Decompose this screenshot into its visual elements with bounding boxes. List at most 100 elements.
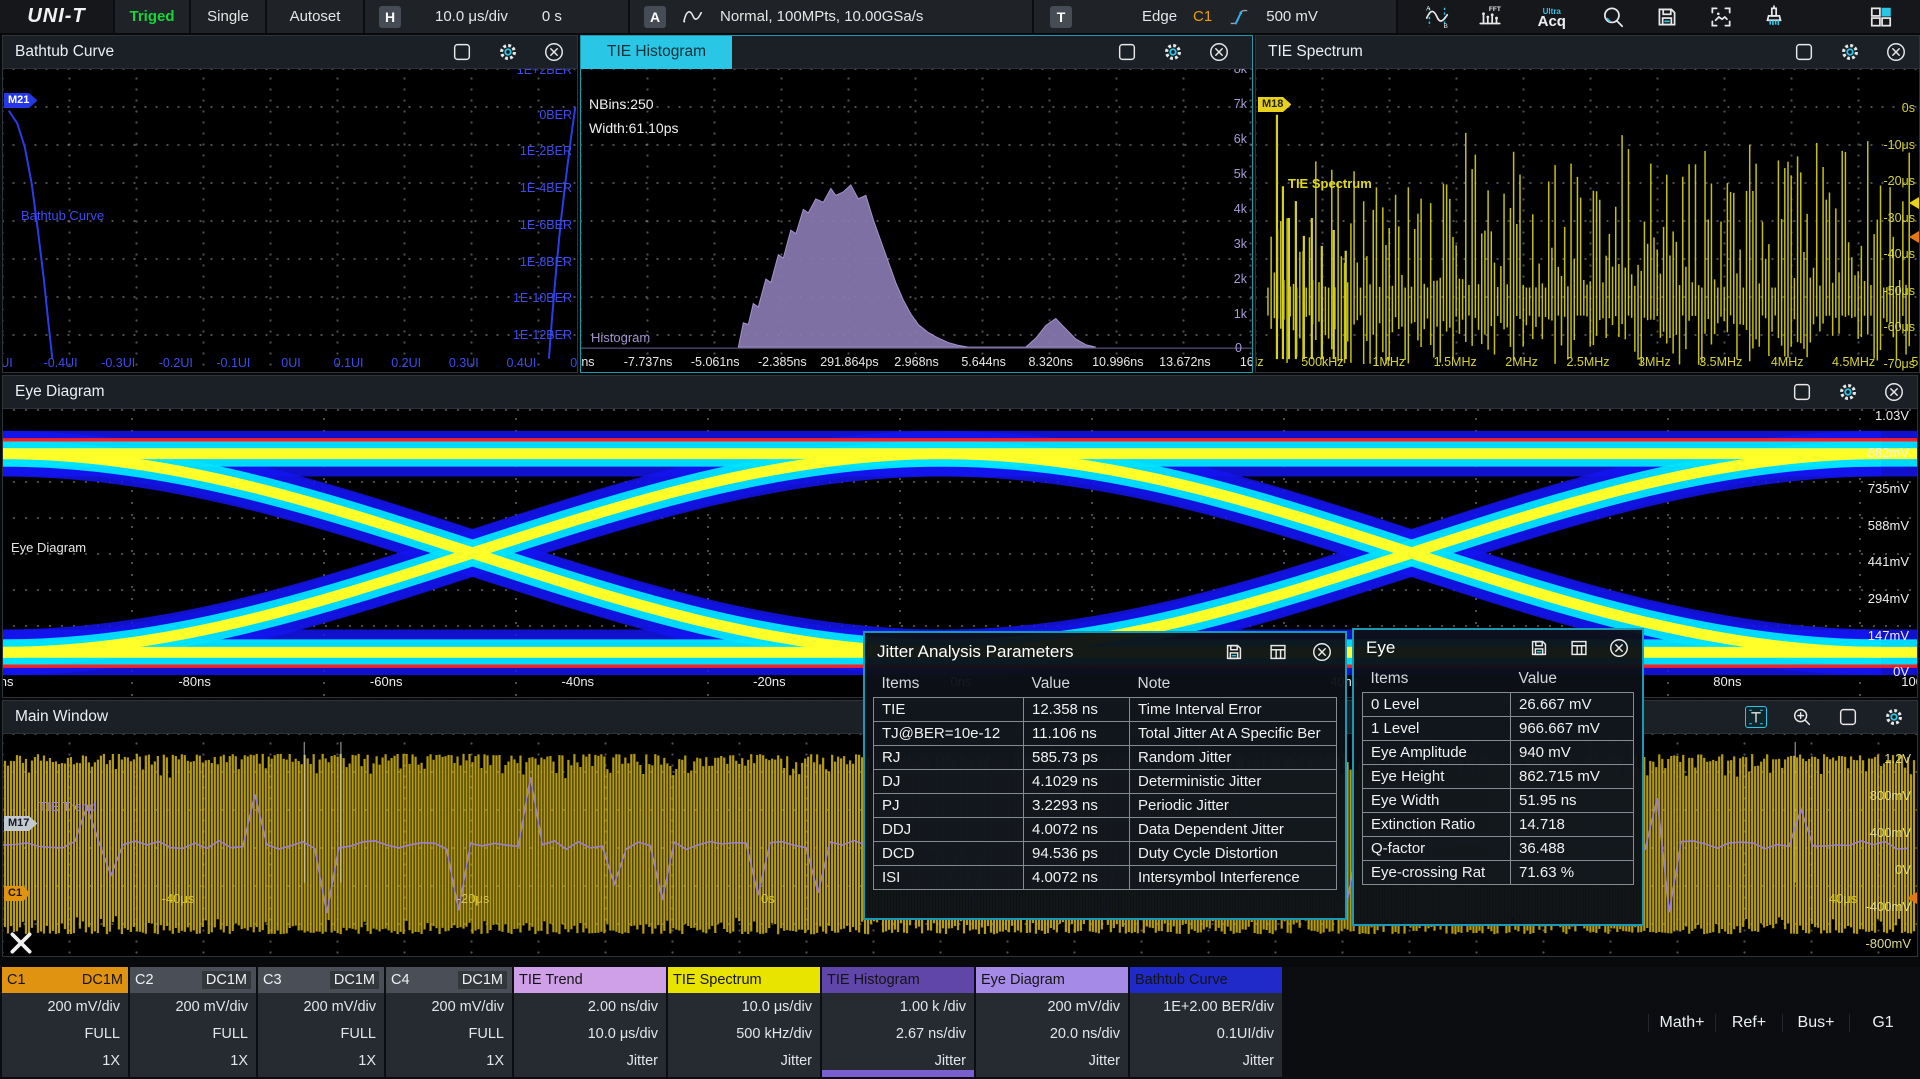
table-cell: Periodic Jitter [1130,794,1337,818]
channel-coupling: DC1M [458,971,507,989]
fft-icon[interactable]: FFT [1475,3,1505,31]
trigger-level[interactable]: 500 mV [1266,8,1318,25]
acq-ultra-icon[interactable]: UltraAcq [1529,3,1575,31]
maximize-icon[interactable] [1793,41,1815,63]
time-axis-label: -40μs [1883,247,1915,261]
channel-setting: 200 mV/div [258,993,384,1020]
save-icon[interactable] [1652,3,1682,31]
table-row: ISI4.0072 nsIntersymbol Interference [874,866,1337,890]
horizontal-settings[interactable]: H 10.0 μs/div 0 s [365,0,628,33]
acquire-settings[interactable]: A Normal, 100MPts, 10.00GSa/s [630,0,1032,33]
channel-block-bathtub-curve[interactable]: Bathtub Curve1E+2.00 BER/div0.1UI/divJit… [1130,967,1282,1077]
t-cursor-tool-icon[interactable] [1745,706,1767,728]
spectrum-title-bar: TIE Spectrum [1256,36,1919,69]
channel-name: TIE Trend [519,972,583,988]
trigger-level-marker[interactable] [1907,892,1917,904]
trigger-type[interactable]: Edge [1142,8,1177,25]
maximize-icon[interactable] [1116,41,1138,63]
panel-title: Bathtub Curve [15,43,114,61]
search-icon[interactable] [1598,3,1628,31]
ui-axis-label: -0.1UI [216,356,250,370]
window-layout-icon[interactable] [1866,3,1896,31]
panel-title[interactable]: TIE Histogram [581,36,732,69]
spectrum-plot[interactable]: 0s-10μs-20μs-30μs-40μs-50μs-60μs-70μsHz5… [1256,69,1919,372]
table-cell: 71.63 % [1511,861,1634,885]
table-cell: 26.667 mV [1511,693,1634,717]
channel-block-tie-spectrum[interactable]: TIE Spectrum10.0 μs/div500 kHz/divJitter [668,967,820,1077]
voltage-axis-label: 735mV [1868,482,1909,496]
channel-block-c2[interactable]: C2DC1M200 mV/divFULL1X [130,967,256,1077]
trigger-source[interactable]: C1 [1193,8,1212,25]
voltage-axis-label: 0V [1895,863,1911,877]
level-marker[interactable] [1909,231,1919,243]
t-badge: T [1050,6,1072,28]
count-axis-label: 7k [1234,97,1247,111]
maximize-icon[interactable] [1837,706,1859,728]
save-icon[interactable] [1528,637,1550,659]
close-icon[interactable] [1885,41,1907,63]
svg-text:A: A [1426,5,1431,12]
oscilloscope-screen: UNI-T Triged Single Autoset H 10.0 μs/di… [0,0,1920,1079]
trigger-settings[interactable]: T Edge C1 500 mV [1034,0,1396,33]
panel-title: TIE Spectrum [1268,43,1363,61]
column-header: Value [1024,671,1130,698]
close-icon[interactable] [1608,637,1630,659]
close-icon[interactable] [543,41,565,63]
channel-block-c4[interactable]: C4DC1M200 mV/divFULL1X [386,967,512,1077]
ui-axis-label: 0UI [281,356,300,370]
ref-button[interactable]: Ref+ [1715,1014,1782,1032]
column-header: Note [1130,671,1337,698]
channel-block-tie-histogram[interactable]: TIE Histogram1.00 k /div2.67 ns/divJitte… [822,967,974,1077]
gear-icon[interactable] [1839,41,1861,63]
settings-icon[interactable] [1813,3,1843,31]
maximize-icon[interactable] [451,41,473,63]
zoom-in-icon[interactable] [1791,706,1813,728]
acquire-info[interactable]: Normal, 100MPts, 10.00GSa/s [720,8,923,25]
close-icon[interactable] [1311,641,1333,663]
table-cell: ISI [874,866,1024,890]
channel-block-c1[interactable]: C1DC1M200 mV/divFULL1X [2,967,128,1077]
channel-setting: Jitter [514,1047,666,1074]
channel-block-eye-diagram[interactable]: Eye Diagram200 mV/div20.0 ns/divJitter [976,967,1128,1077]
h-scale-value[interactable]: 10.0 μs/div [435,8,508,25]
h-offset-value[interactable]: 0 s [542,8,562,25]
channel-block-tie-trend[interactable]: TIE Trend2.00 ns/div10.0 μs/divJitter [514,967,666,1077]
histogram-plot[interactable]: NBins:250Width:61.10ps8k7k6k5k4k3k2k1k01… [581,69,1252,372]
eye-measurements-table: ItemsValue0 Level26.667 mV1 Level966.667… [1362,666,1634,885]
channel-setting: 1X [130,1047,256,1074]
channel-setting: FULL [258,1020,384,1047]
g1-button[interactable]: G1 [1849,1014,1916,1032]
freq-axis-label: 3MHz [1638,355,1671,369]
autoset-button[interactable]: Autoset [267,0,363,33]
brush-icon[interactable] [1759,3,1789,31]
bus-button[interactable]: Bus+ [1782,1014,1849,1032]
time-axis-label: 0s [761,892,775,906]
table-row: TIE12.358 nsTime Interval Error [874,698,1337,722]
level-marker[interactable] [1909,197,1919,209]
measure-cursor-icon[interactable]: AB [1422,3,1452,31]
channel-block-c3[interactable]: C3DC1M200 mV/divFULL1X [258,967,384,1077]
maximize-icon[interactable] [1791,381,1813,403]
table-icon[interactable] [1568,637,1590,659]
gear-icon[interactable] [1837,381,1859,403]
channel-setting: Jitter [976,1047,1128,1074]
math-button[interactable]: Math+ [1648,1014,1715,1032]
gear-icon[interactable] [497,41,519,63]
voltage-axis-label: 1.2V [1884,752,1911,766]
close-icon[interactable] [1208,41,1230,63]
table-row: Q-factor36.488 [1363,837,1634,861]
table-cell: 94.536 ps [1024,842,1130,866]
gear-icon[interactable] [1162,41,1184,63]
save-icon[interactable] [1223,641,1245,663]
channel-bar: Math+Ref+Bus+G1 C1DC1M200 mV/divFULL1XC2… [0,967,1920,1079]
toolbar-icon-row: AB FFT UltraAcq [1398,0,1920,33]
single-button[interactable]: Single [191,0,265,33]
voltage-axis-label: -800mV [1865,937,1911,951]
screenshot-icon[interactable] [1706,3,1736,31]
bathtub-plot[interactable]: 1E+2BER0BER1E-2BER1E-4BER1E-6BER1E-8BER1… [3,69,577,372]
close-icon[interactable] [1883,381,1905,403]
gear-icon[interactable] [1883,706,1905,728]
cross-tool-icon[interactable] [8,930,34,956]
selected-indicator [822,1070,974,1077]
table-icon[interactable] [1267,641,1289,663]
